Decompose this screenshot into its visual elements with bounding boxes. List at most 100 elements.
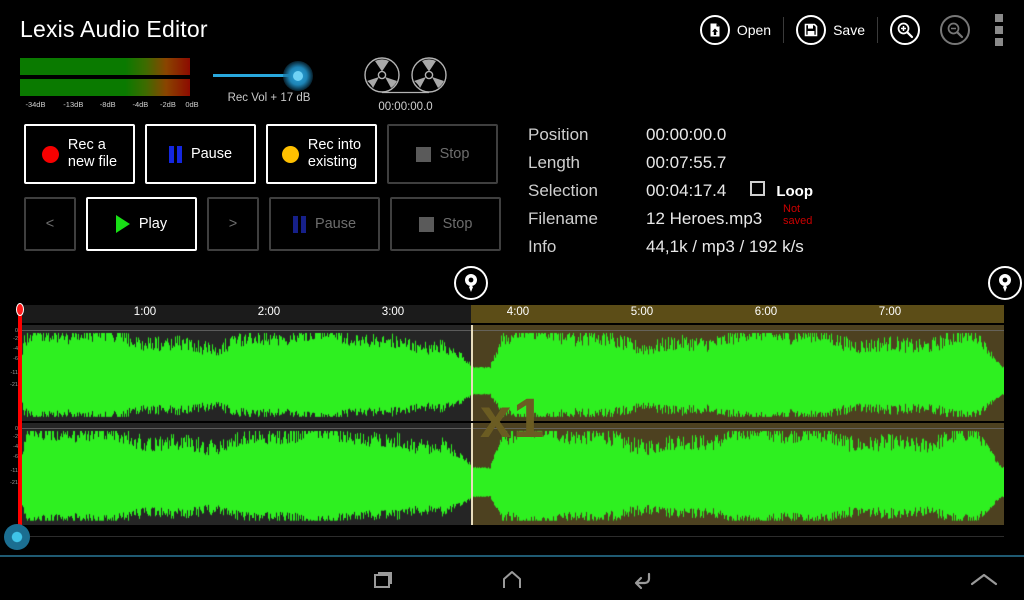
rec-volume-slider[interactable] [213,60,325,91]
scrub-bar[interactable] [0,524,1024,555]
selection-edge[interactable] [471,325,473,421]
playhead-handle[interactable] [16,303,24,316]
db-axis-label: -21 [10,382,18,388]
level-meter-left [20,58,190,75]
db-tick: -13dB [63,100,84,109]
info-key: Filename [528,209,598,228]
button-label: Play [138,215,168,232]
info-row-position: Position 00:00:00.0 [528,125,813,153]
back-button[interactable] [602,557,682,600]
stop-square-icon [415,146,431,162]
ruler-tick: 7:00 [878,306,902,318]
format-value: 44,1k / mp3 / 192 k/s [646,237,804,256]
filename-value: 12 Heroes.mp3 [646,209,763,228]
length-value: 00:07:55.7 [646,153,727,172]
rec-volume-control[interactable]: Rec Vol + 17 dB [213,60,325,104]
zoom-in-icon [890,15,920,45]
rec-pause-button[interactable]: Pause [145,124,256,184]
button-label: Rec into existing [307,137,362,170]
rec-new-file-button[interactable]: Rec a new file [24,124,135,184]
db-tick: -8dB [99,100,116,109]
rec-stop-button[interactable]: Stop [387,124,498,184]
scrub-track [20,536,1004,537]
pin-icon [999,274,1011,292]
loop-label: Loop [776,183,814,200]
db-tick: 0dB [185,100,199,109]
zoom-in-button[interactable] [880,10,930,50]
recent-apps-button[interactable] [342,557,422,600]
next-button[interactable]: > [207,197,259,251]
open-button-label: Open [736,22,772,38]
ruler-tick: 3:00 [381,306,405,318]
selection-start-marker[interactable] [454,266,488,300]
ruler-tick: 2:00 [257,306,281,318]
selection-edge[interactable] [471,423,473,525]
save-button-label: Save [833,22,865,38]
record-button-row: Rec a new file Pause Rec into existing S… [24,124,498,184]
pause-bars-icon [168,145,182,163]
overflow-menu-icon[interactable] [986,10,1012,50]
timeline-ruler[interactable]: 1:00 2:00 3:00 4:00 5:00 6:00 7:00 [20,305,1004,323]
play-triangle-icon [115,215,130,233]
level-meter-scale: -34dB -13dB -8dB -4dB -2dB 0dB [20,100,198,114]
prev-button[interactable]: < [24,197,76,251]
scrub-handle[interactable] [4,524,30,550]
position-value: 00:00:00.0 [646,125,727,144]
button-label: Pause [314,215,357,232]
ruler-selection-highlight [471,305,1004,323]
pause-bars-icon [292,215,306,233]
save-button[interactable]: Save [786,10,875,50]
open-button[interactable]: Open [690,10,781,50]
ruler-tick: 1:00 [133,306,157,318]
page-title: Lexis Audio Editor [20,16,208,42]
tape-reels [358,56,453,98]
tape-reels-group: 00:00:00.0 [358,56,453,113]
loop-checkbox[interactable] [750,181,766,196]
home-button[interactable] [472,557,552,600]
db-axis-label: -11 [10,370,18,376]
slider-thumb[interactable] [293,71,303,81]
pin-icon [465,274,477,292]
info-key: Selection [528,181,598,200]
yellow-dot-icon [281,145,299,163]
button-label: Stop [439,145,470,162]
button-label: Stop [442,215,473,232]
zoom-out-button[interactable] [930,10,980,50]
info-row-filename: Filename 12 Heroes.mp3 [528,209,813,237]
zero-line [20,330,1004,331]
button-label: Rec a new file [67,137,118,170]
rec-into-existing-button[interactable]: Rec into existing [266,124,377,184]
selection-end-marker[interactable] [988,266,1022,300]
rec-volume-label: Rec Vol + 17 dB [227,92,311,104]
top-toolbar: Open Save [690,10,1012,50]
chevron-up-icon [970,573,998,585]
button-label: Pause [190,145,233,162]
android-navbar [0,555,1024,600]
not-saved-badge: Not saved [783,203,813,227]
playback-button-row: < Play > Pause Stop [24,197,501,251]
ruler-tick: 6:00 [754,306,778,318]
open-file-icon [699,15,730,45]
level-meter-right [20,79,190,96]
info-panel: Position 00:00:00.0 Length 00:07:55.7 Se… [528,125,813,265]
red-dot-icon [41,145,59,163]
db-tick: -4dB [132,100,149,109]
info-row-format: Info 44,1k / mp3 / 192 k/s [528,237,813,265]
play-button[interactable]: Play [86,197,197,251]
ruler-tick: 5:00 [630,306,654,318]
expand-button[interactable] [944,557,1024,600]
play-pause-button[interactable]: Pause [269,197,380,251]
info-row-selection: Selection 00:04:17.4 Loop [528,181,813,209]
db-axis-label: -21 [10,480,18,486]
play-stop-button[interactable]: Stop [390,197,501,251]
info-key: Length [528,153,580,172]
speed-watermark: x1 [480,386,547,449]
button-label: > [228,215,238,232]
info-key: Info [528,237,557,256]
zoom-out-icon [940,15,970,45]
waveform-editor[interactable]: 1:00 2:00 3:00 4:00 5:00 6:00 7:00 0 -2 -4 -6 -11-… [0,303,1024,525]
selection-value: 00:04:17.4 [646,181,727,200]
playhead-cursor[interactable] [18,305,22,525]
stop-square-icon [418,216,434,232]
tape-reel-icon [364,57,447,94]
